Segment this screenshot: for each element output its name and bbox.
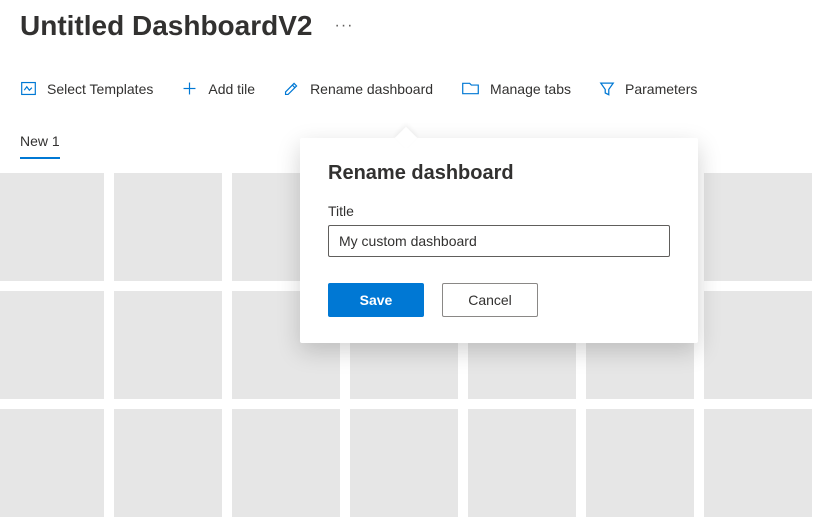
header: Untitled DashboardV2 ···: [0, 0, 820, 42]
add-tile-button[interactable]: Add tile: [181, 76, 255, 101]
placeholder-tile[interactable]: [0, 291, 104, 399]
pencil-icon: [283, 80, 300, 97]
funnel-icon: [599, 80, 615, 97]
placeholder-tile[interactable]: [114, 291, 222, 399]
tab-new-1[interactable]: New 1: [20, 133, 60, 159]
rename-dashboard-label: Rename dashboard: [310, 81, 433, 97]
manage-tabs-label: Manage tabs: [490, 81, 571, 97]
placeholder-tile[interactable]: [0, 409, 104, 517]
plus-icon: [181, 80, 198, 97]
placeholder-tile[interactable]: [704, 409, 812, 517]
toolbar: Select Templates Add tile Rename dashboa…: [0, 42, 820, 101]
placeholder-tile[interactable]: [468, 409, 576, 517]
page-title: Untitled DashboardV2: [20, 10, 312, 42]
parameters-button[interactable]: Parameters: [599, 76, 697, 101]
placeholder-tile[interactable]: [350, 409, 458, 517]
more-icon[interactable]: ···: [334, 17, 353, 35]
placeholder-tile[interactable]: [0, 173, 104, 281]
rename-dialog: Rename dashboard Title Save Cancel: [300, 138, 698, 343]
placeholder-tile[interactable]: [114, 173, 222, 281]
placeholder-tile[interactable]: [114, 409, 222, 517]
placeholder-tile[interactable]: [586, 409, 694, 517]
title-input[interactable]: [328, 225, 670, 257]
cancel-button[interactable]: Cancel: [442, 283, 538, 317]
dialog-actions: Save Cancel: [328, 283, 670, 317]
placeholder-tile[interactable]: [704, 173, 812, 281]
manage-tabs-button[interactable]: Manage tabs: [461, 76, 571, 101]
rename-dashboard-button[interactable]: Rename dashboard: [283, 76, 433, 101]
placeholder-tile[interactable]: [704, 291, 812, 399]
templates-icon: [20, 80, 37, 97]
select-templates-label: Select Templates: [47, 81, 153, 97]
add-tile-label: Add tile: [208, 81, 255, 97]
save-button[interactable]: Save: [328, 283, 424, 317]
dialog-title: Rename dashboard: [328, 162, 670, 185]
title-field-label: Title: [328, 203, 670, 219]
tabs-icon: [461, 80, 480, 97]
select-templates-button[interactable]: Select Templates: [20, 76, 153, 101]
parameters-label: Parameters: [625, 81, 697, 97]
placeholder-tile[interactable]: [232, 409, 340, 517]
